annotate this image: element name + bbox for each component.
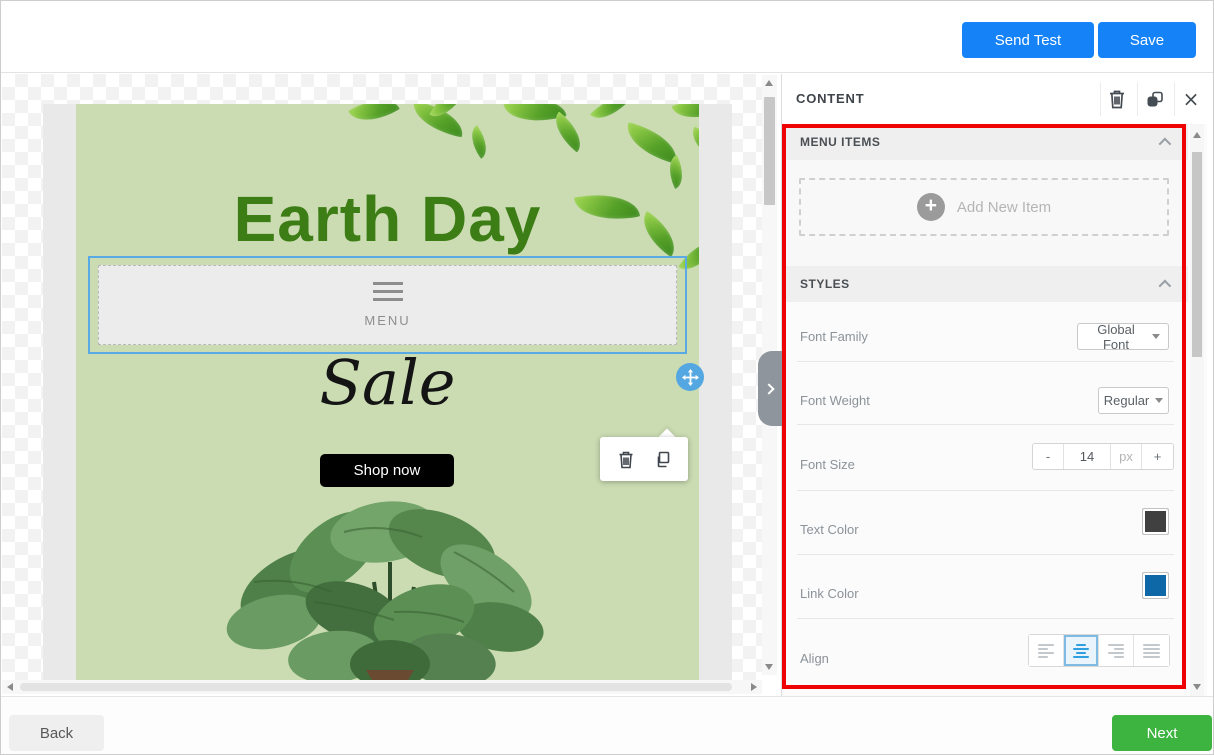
align-center-button[interactable] xyxy=(1064,635,1099,666)
panel-collapse-handle[interactable] xyxy=(758,351,782,426)
row-divider xyxy=(797,554,1174,555)
scrollbar-thumb[interactable] xyxy=(20,683,732,691)
align-right-button[interactable] xyxy=(1099,635,1134,666)
font-family-value: Global Font xyxy=(1086,322,1146,352)
scroll-left-arrow[interactable] xyxy=(7,683,13,691)
leaf-decoration xyxy=(672,104,699,127)
align-justify-button[interactable] xyxy=(1134,635,1169,666)
email-title-text[interactable]: Earth Day xyxy=(76,182,699,256)
send-test-button[interactable]: Send Test xyxy=(962,22,1094,58)
save-button[interactable]: Save xyxy=(1098,22,1196,58)
duplicate-content-icon[interactable] xyxy=(1139,84,1169,114)
align-label: Align xyxy=(800,651,829,666)
row-divider xyxy=(797,424,1174,425)
panel-vertical-scrollbar[interactable] xyxy=(1190,124,1204,696)
text-color-swatch[interactable] xyxy=(1142,508,1169,535)
duplicate-block-icon[interactable] xyxy=(653,450,671,469)
header-divider xyxy=(1174,82,1175,116)
delete-block-icon[interactable] xyxy=(617,450,635,469)
top-bar: Send Test Save xyxy=(1,1,1214,73)
align-button-group xyxy=(1028,634,1170,667)
menu-items-body: + Add New Item xyxy=(782,160,1188,266)
next-button[interactable]: Next xyxy=(1112,715,1212,751)
delete-content-icon[interactable] xyxy=(1102,84,1132,114)
scroll-down-arrow[interactable] xyxy=(1193,684,1201,690)
font-weight-label: Font Weight xyxy=(800,393,870,408)
email-hero-section[interactable]: Earth Day MENU Sale Shop now xyxy=(76,104,699,680)
font-size-unit: px xyxy=(1111,444,1142,469)
menu-items-section-header[interactable]: MENU ITEMS xyxy=(782,124,1188,160)
selected-block-outline[interactable]: MENU xyxy=(88,256,687,354)
header-divider xyxy=(1137,82,1138,116)
chevron-right-icon xyxy=(763,383,774,394)
scroll-up-arrow[interactable] xyxy=(765,80,773,86)
font-weight-dropdown[interactable]: Regular xyxy=(1098,387,1169,414)
panel-title: CONTENT xyxy=(796,91,864,106)
font-size-label: Font Size xyxy=(800,457,855,472)
sale-script-text[interactable]: Sale xyxy=(76,346,699,419)
font-size-value[interactable]: 14 xyxy=(1064,444,1111,469)
close-panel-icon[interactable]: × xyxy=(1176,84,1206,114)
canvas-horizontal-scrollbar[interactable] xyxy=(2,680,762,694)
font-size-decrement-button[interactable]: - xyxy=(1033,444,1064,469)
hamburger-menu-icon xyxy=(373,282,403,301)
link-color-swatch[interactable] xyxy=(1142,572,1169,599)
bottom-bar: Back Next xyxy=(1,696,1214,755)
menu-placeholder-block[interactable]: MENU xyxy=(98,265,677,345)
text-color-label: Text Color xyxy=(800,522,859,537)
leaf-decoration xyxy=(464,125,494,159)
plant-pot xyxy=(366,670,414,680)
scrollbar-thumb[interactable] xyxy=(1192,152,1202,357)
header-divider xyxy=(1100,82,1101,116)
scroll-up-arrow[interactable] xyxy=(1193,132,1201,138)
add-new-item-label: Add New Item xyxy=(957,199,1051,216)
styles-section-header[interactable]: STYLES xyxy=(782,266,1188,302)
align-left-button[interactable] xyxy=(1029,635,1064,666)
add-new-item-button[interactable]: + Add New Item xyxy=(799,178,1169,236)
settings-panel: CONTENT × MENU ITEMS + Add New Item xyxy=(781,74,1207,696)
collapse-chevron-icon[interactable] xyxy=(1159,279,1172,292)
scroll-down-arrow[interactable] xyxy=(765,664,773,670)
email-canvas: Earth Day MENU Sale Shop now xyxy=(2,74,762,680)
plant-image xyxy=(214,492,562,680)
menu-items-section-label: MENU ITEMS xyxy=(800,135,880,149)
font-size-increment-button[interactable]: + xyxy=(1142,444,1173,469)
caret-down-icon xyxy=(1155,398,1163,403)
font-family-dropdown[interactable]: Global Font xyxy=(1077,323,1169,350)
font-family-label: Font Family xyxy=(800,329,868,344)
scrollbar-thumb[interactable] xyxy=(764,97,775,205)
panel-header: CONTENT × xyxy=(782,74,1207,124)
move-block-handle[interactable] xyxy=(676,363,704,391)
link-color-label: Link Color xyxy=(800,586,859,601)
email-builder-window: Send Test Save Earth Day xyxy=(0,0,1214,755)
plus-circle-icon: + xyxy=(917,193,945,221)
leaf-decoration xyxy=(348,104,400,132)
shop-now-button[interactable]: Shop now xyxy=(320,454,454,487)
styles-section-label: STYLES xyxy=(800,277,850,291)
menu-placeholder-label: MENU xyxy=(364,313,410,328)
back-button[interactable]: Back xyxy=(9,715,104,751)
row-divider xyxy=(797,490,1174,491)
collapse-chevron-icon[interactable] xyxy=(1159,137,1172,150)
block-action-toolbar xyxy=(600,437,688,481)
row-divider xyxy=(797,687,1174,688)
font-weight-value: Regular xyxy=(1104,393,1150,408)
row-divider xyxy=(797,361,1174,362)
row-divider xyxy=(797,618,1174,619)
leaf-decoration xyxy=(590,104,628,127)
caret-down-icon xyxy=(1152,334,1160,339)
font-size-stepper: - 14 px + xyxy=(1032,443,1174,470)
scroll-right-arrow[interactable] xyxy=(751,683,757,691)
leaf-decoration xyxy=(685,127,699,164)
